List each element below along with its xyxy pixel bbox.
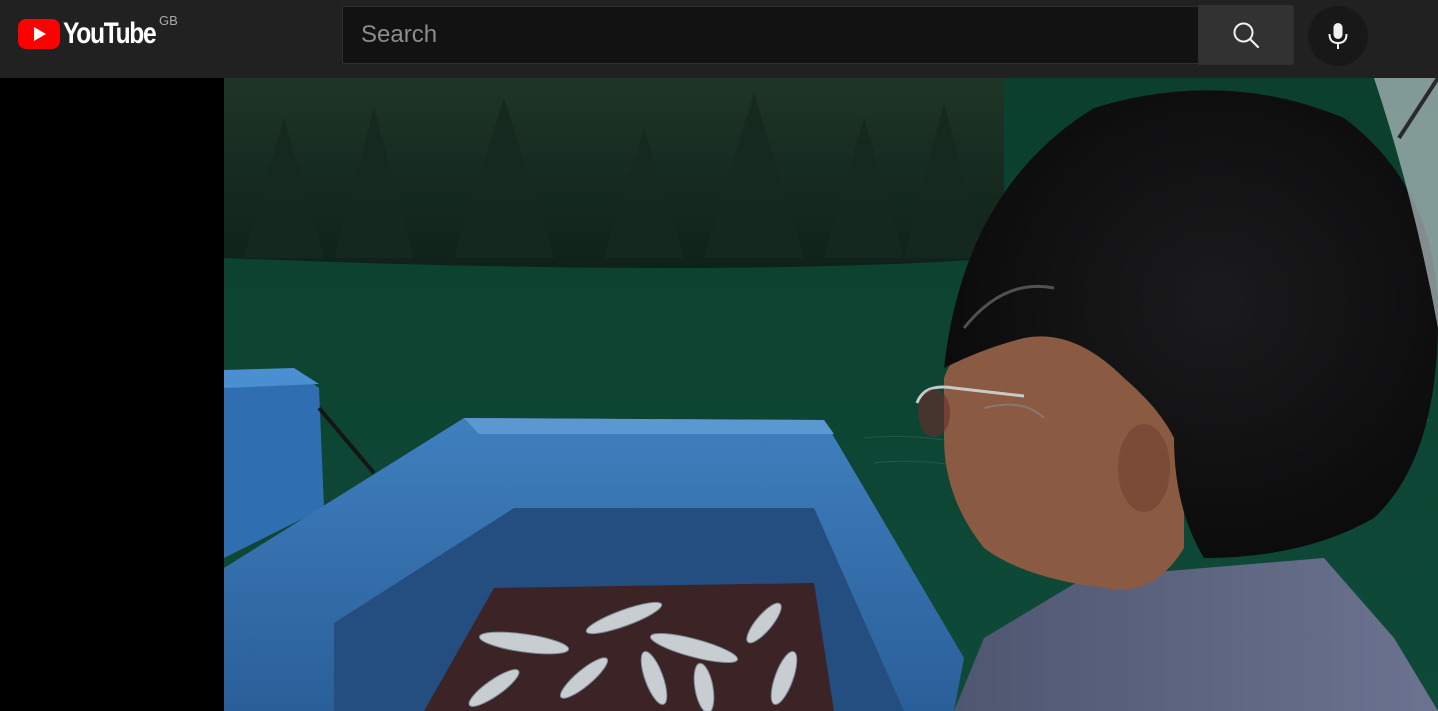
video-frame-image [224,78,1438,711]
video-player[interactable] [0,78,1438,711]
youtube-play-icon [18,19,60,49]
masthead: YouTube GB [0,0,1438,78]
search-box [342,5,1296,66]
country-code: GB [159,13,178,28]
mic-icon [1328,23,1348,49]
voice-search-button[interactable] [1308,6,1368,66]
search-button[interactable] [1198,5,1294,65]
video-frame[interactable] [224,78,1438,711]
youtube-logo[interactable]: YouTube [18,14,176,54]
search-input[interactable] [342,6,1198,64]
search-icon [1233,22,1260,49]
logo-wordmark: YouTube [63,17,157,50]
